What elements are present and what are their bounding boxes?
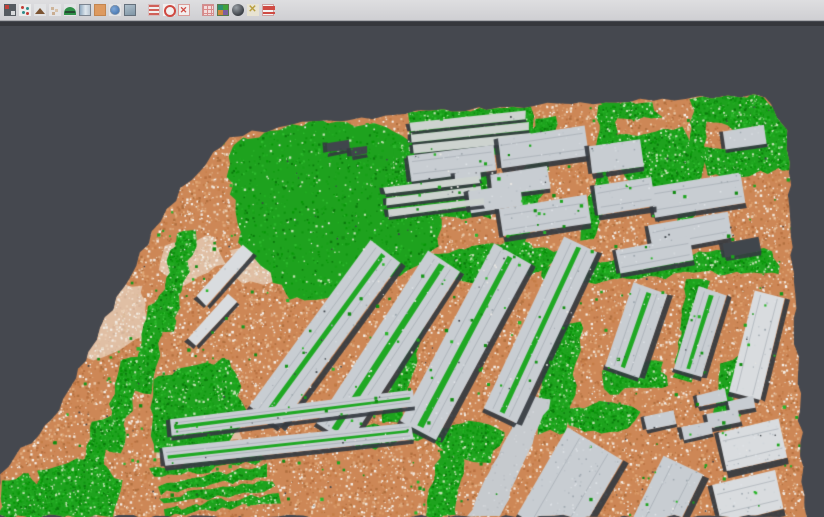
dark-sphere-icon <box>232 4 244 16</box>
canopy-hill-icon <box>64 4 76 16</box>
toolbar-button-terrain-brown[interactable] <box>32 2 47 19</box>
toolbar-button-pink-grid[interactable] <box>200 2 215 19</box>
orange-tile-icon <box>94 4 106 16</box>
3d-point-cloud-viewport[interactable] <box>0 26 824 517</box>
terrain-brown-icon <box>34 4 46 16</box>
toolbar-button-red-banner[interactable] <box>260 2 275 19</box>
sand-patch-icon <box>49 4 61 16</box>
toolbar-button-canopy-hill[interactable] <box>62 2 77 19</box>
toolbar-button-classifier-grid[interactable] <box>2 2 17 19</box>
toolbar-button-depth-slice[interactable] <box>77 2 92 19</box>
toolbar-button-dark-sphere[interactable] <box>230 2 245 19</box>
point-pairs-icon <box>19 4 31 16</box>
toolbar-button-orange-tile[interactable] <box>92 2 107 19</box>
class-rainbow-icon <box>217 4 229 16</box>
toolbar: ✕✕ <box>0 0 824 21</box>
red-banner-icon <box>262 4 274 16</box>
classifier-grid-icon <box>4 4 16 16</box>
red-crop-x-icon: ✕ <box>178 4 190 16</box>
depth-slice-icon <box>79 4 91 16</box>
toolbar-button-volume-box[interactable] <box>122 2 137 19</box>
toolbar-button-globe-gear[interactable] <box>107 2 122 19</box>
red-ring-icon <box>163 4 175 16</box>
globe-gear-icon <box>109 4 121 16</box>
pink-grid-icon <box>202 4 214 16</box>
toolbar-button-sand-patch[interactable] <box>47 2 62 19</box>
toolbar-button-red-crop-x[interactable]: ✕ <box>176 2 191 19</box>
toolbar-button-red-ring[interactable] <box>161 2 176 19</box>
gold-cross-icon: ✕ <box>247 4 259 16</box>
red-stripes-icon <box>148 4 160 16</box>
volume-box-icon <box>124 4 136 16</box>
toolbar-button-gold-cross[interactable]: ✕ <box>245 2 260 19</box>
toolbar-button-point-pairs[interactable] <box>17 2 32 19</box>
application-window: ✕✕ <box>0 0 824 517</box>
toolbar-button-class-rainbow[interactable] <box>215 2 230 19</box>
toolbar-button-red-stripes[interactable] <box>146 2 161 19</box>
